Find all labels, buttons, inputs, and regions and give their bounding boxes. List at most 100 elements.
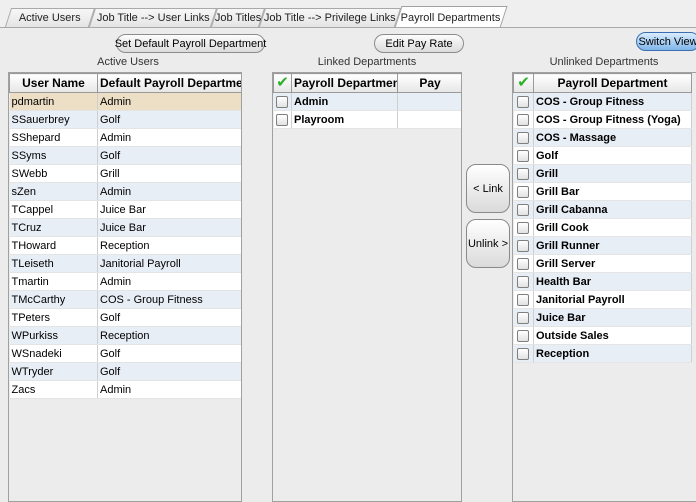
table-row[interactable]: SSyms Golf: [9, 146, 241, 165]
row-checkbox[interactable]: [517, 329, 530, 342]
pay-cell[interactable]: [397, 110, 461, 129]
row-checkbox[interactable]: [276, 113, 289, 126]
table-row[interactable]: Grill Cook: [513, 218, 692, 237]
unlink-button[interactable]: Unlink >: [466, 219, 510, 268]
table-row[interactable]: WSnadeki Golf: [9, 344, 241, 363]
row-checkbox[interactable]: [517, 131, 530, 144]
department-name-cell: Golf: [533, 146, 692, 165]
default-department-cell: Golf: [97, 110, 241, 129]
switch-view-button[interactable]: Switch View: [636, 32, 696, 51]
select-all-checkbox[interactable]: ✔: [273, 73, 292, 93]
department-name-cell: Grill Bar: [533, 182, 692, 201]
table-row[interactable]: TLeiseth Janitorial Payroll: [9, 254, 241, 273]
table-row[interactable]: WTryder Golf: [9, 362, 241, 381]
table-row[interactable]: Grill Cabanna: [513, 200, 692, 219]
row-checkbox[interactable]: [517, 95, 530, 108]
default-department-cell: Admin: [97, 380, 241, 399]
row-checkbox[interactable]: [517, 167, 530, 180]
row-checkbox[interactable]: [517, 311, 530, 324]
table-row[interactable]: Reception: [513, 344, 692, 363]
row-checkbox[interactable]: [517, 185, 530, 198]
default-department-cell: Admin: [97, 272, 241, 291]
table-row[interactable]: Grill Server: [513, 254, 692, 273]
row-checkbox-cell: [273, 110, 292, 129]
user-name-cell: SSyms: [9, 146, 98, 165]
table-row[interactable]: Grill: [513, 164, 692, 183]
checkmark-icon: ✔: [517, 74, 530, 91]
row-checkbox[interactable]: [517, 275, 530, 288]
department-name-cell: Admin: [291, 92, 398, 111]
row-checkbox[interactable]: [517, 113, 530, 126]
select-all-checkbox[interactable]: ✔: [513, 73, 534, 93]
table-row[interactable]: Grill Bar: [513, 182, 692, 201]
linked-departments-table: ✔ Payroll Department Pay Admin Playroom: [273, 73, 461, 129]
table-row[interactable]: Tmartin Admin: [9, 272, 241, 291]
table-row[interactable]: SSauerbrey Golf: [9, 110, 241, 129]
user-name-cell: TLeiseth: [9, 254, 98, 273]
pay-cell[interactable]: [397, 92, 461, 111]
table-row[interactable]: Janitorial Payroll: [513, 290, 692, 309]
table-row[interactable]: Zacs Admin: [9, 380, 241, 399]
table-row[interactable]: THoward Reception: [9, 236, 241, 255]
default-department-cell: COS - Group Fitness: [97, 290, 241, 309]
table-row[interactable]: TMcCarthy COS - Group Fitness: [9, 290, 241, 309]
row-checkbox-cell: [513, 164, 534, 183]
active-users-panel: User Name Default Payroll Department pdm…: [8, 72, 242, 502]
column-header-default-payroll-department[interactable]: Default Payroll Department: [97, 73, 241, 93]
set-default-payroll-department-button[interactable]: Set Default Payroll Department: [115, 34, 266, 53]
default-department-cell: Juice Bar: [97, 200, 241, 219]
tab-active-users[interactable]: Active Users: [4, 8, 96, 27]
row-checkbox-cell: [513, 92, 534, 111]
row-checkbox-cell: [513, 290, 534, 309]
table-row[interactable]: TPeters Golf: [9, 308, 241, 327]
tab-job-title-user-links[interactable]: Job Title --> User Links: [88, 8, 218, 27]
row-checkbox[interactable]: [517, 293, 530, 306]
row-checkbox[interactable]: [517, 257, 530, 270]
row-checkbox[interactable]: [276, 95, 289, 108]
default-department-cell: Admin: [97, 128, 241, 147]
table-row[interactable]: Health Bar: [513, 272, 692, 291]
row-checkbox[interactable]: [517, 347, 530, 360]
row-checkbox-cell: [513, 326, 534, 345]
tab-divider: [0, 27, 696, 28]
table-row[interactable]: TCappel Juice Bar: [9, 200, 241, 219]
table-row[interactable]: COS - Massage: [513, 128, 692, 147]
row-checkbox-cell: [513, 128, 534, 147]
column-header-user-name[interactable]: User Name: [9, 73, 98, 93]
department-name-cell: Reception: [533, 344, 692, 363]
row-checkbox[interactable]: [517, 149, 530, 162]
default-department-cell: Golf: [97, 146, 241, 165]
table-row[interactable]: sZen Admin: [9, 182, 241, 201]
tab-job-titles[interactable]: Job Titles: [210, 8, 266, 27]
table-row[interactable]: pdmartin Admin: [9, 92, 241, 111]
table-row[interactable]: Golf: [513, 146, 692, 165]
table-row[interactable]: COS - Group Fitness: [513, 92, 692, 111]
table-row[interactable]: Juice Bar: [513, 308, 692, 327]
row-checkbox[interactable]: [517, 221, 530, 234]
table-row[interactable]: Playroom: [273, 110, 461, 129]
table-row[interactable]: TCruz Juice Bar: [9, 218, 241, 237]
column-header-payroll-department[interactable]: Payroll Department: [291, 73, 398, 93]
default-department-cell: Juice Bar: [97, 218, 241, 237]
column-header-pay[interactable]: Pay: [397, 73, 461, 93]
row-checkbox-cell: [513, 344, 534, 363]
link-button[interactable]: < Link: [466, 164, 510, 213]
row-checkbox[interactable]: [517, 203, 530, 216]
table-row[interactable]: SShepard Admin: [9, 128, 241, 147]
table-row[interactable]: Admin: [273, 92, 461, 111]
department-name-cell: Grill Cabanna: [533, 200, 692, 219]
table-row[interactable]: SWebb Grill: [9, 164, 241, 183]
edit-pay-rate-button[interactable]: Edit Pay Rate: [374, 34, 464, 53]
department-name-cell: COS - Group Fitness (Yoga): [533, 110, 692, 129]
department-name-cell: Grill: [533, 164, 692, 183]
tab-payroll-departments[interactable]: Payroll Departments: [394, 6, 508, 28]
table-row[interactable]: Outside Sales: [513, 326, 692, 345]
table-row[interactable]: COS - Group Fitness (Yoga): [513, 110, 692, 129]
department-name-cell: Playroom: [291, 110, 398, 129]
user-name-cell: Tmartin: [9, 272, 98, 291]
table-row[interactable]: Grill Runner: [513, 236, 692, 255]
table-row[interactable]: WPurkiss Reception: [9, 326, 241, 345]
tab-job-title-privilege-links[interactable]: Job Title --> Privilege Links: [258, 8, 402, 27]
row-checkbox[interactable]: [517, 239, 530, 252]
column-header-payroll-department[interactable]: Payroll Department: [533, 73, 692, 93]
